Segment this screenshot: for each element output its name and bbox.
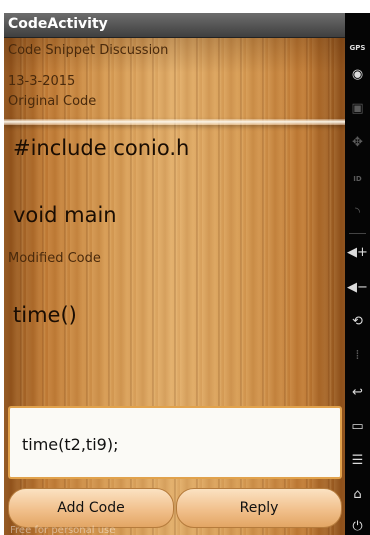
id-icon[interactable]: ID	[345, 171, 370, 187]
power-icon[interactable]: ⏻	[345, 519, 370, 535]
divider	[4, 119, 345, 125]
watermark: Free for personal use	[10, 525, 116, 535]
original-code-line: #include conio.h	[13, 136, 190, 160]
reply-button[interactable]: Reply	[176, 488, 342, 528]
gps-icon[interactable]: GPS	[345, 40, 370, 56]
rss-icon[interactable]: ◝	[345, 205, 370, 221]
volume-down-icon[interactable]: ◀−	[345, 280, 370, 296]
modified-code-label: Modified Code	[8, 251, 101, 266]
media-icon[interactable]: ▣	[345, 101, 370, 117]
date-label: 13-3-2015	[8, 74, 76, 89]
recent-apps-icon[interactable]: ▭	[345, 419, 370, 435]
back-icon[interactable]: ↩	[345, 385, 370, 401]
menu-icon[interactable]: ☰	[345, 453, 370, 469]
volume-up-icon[interactable]: ◀+	[345, 245, 370, 261]
title-bar: CodeActivity	[4, 13, 345, 38]
home-icon[interactable]: ⌂	[345, 487, 370, 503]
code-input[interactable]: time(t2,ti9);	[8, 406, 342, 479]
separator	[349, 233, 366, 234]
scale-icon[interactable]: ⁞	[345, 348, 370, 364]
rotate-icon[interactable]: ⟲	[345, 314, 370, 330]
add-code-button[interactable]: Add Code	[8, 488, 174, 528]
original-code-label: Original Code	[8, 94, 97, 109]
app-screen: CodeActivity Code Snippet Discussion 13-…	[4, 13, 345, 535]
dpad-icon[interactable]: ✥	[345, 135, 370, 151]
code-input-value: time(t2,ti9);	[22, 435, 119, 454]
original-code-line: void main	[13, 203, 117, 227]
emulator-controls: GPS ◉ ▣ ✥ ID ◝ ◀+ ◀− ⟲ ⁞ ↩ ▭ ☰ ⌂ ⏻	[345, 13, 370, 535]
section-heading: Code Snippet Discussion	[8, 43, 169, 58]
app-title: CodeActivity	[8, 16, 108, 32]
camera-icon[interactable]: ◉	[345, 67, 370, 83]
modified-code-line: time()	[13, 303, 77, 327]
